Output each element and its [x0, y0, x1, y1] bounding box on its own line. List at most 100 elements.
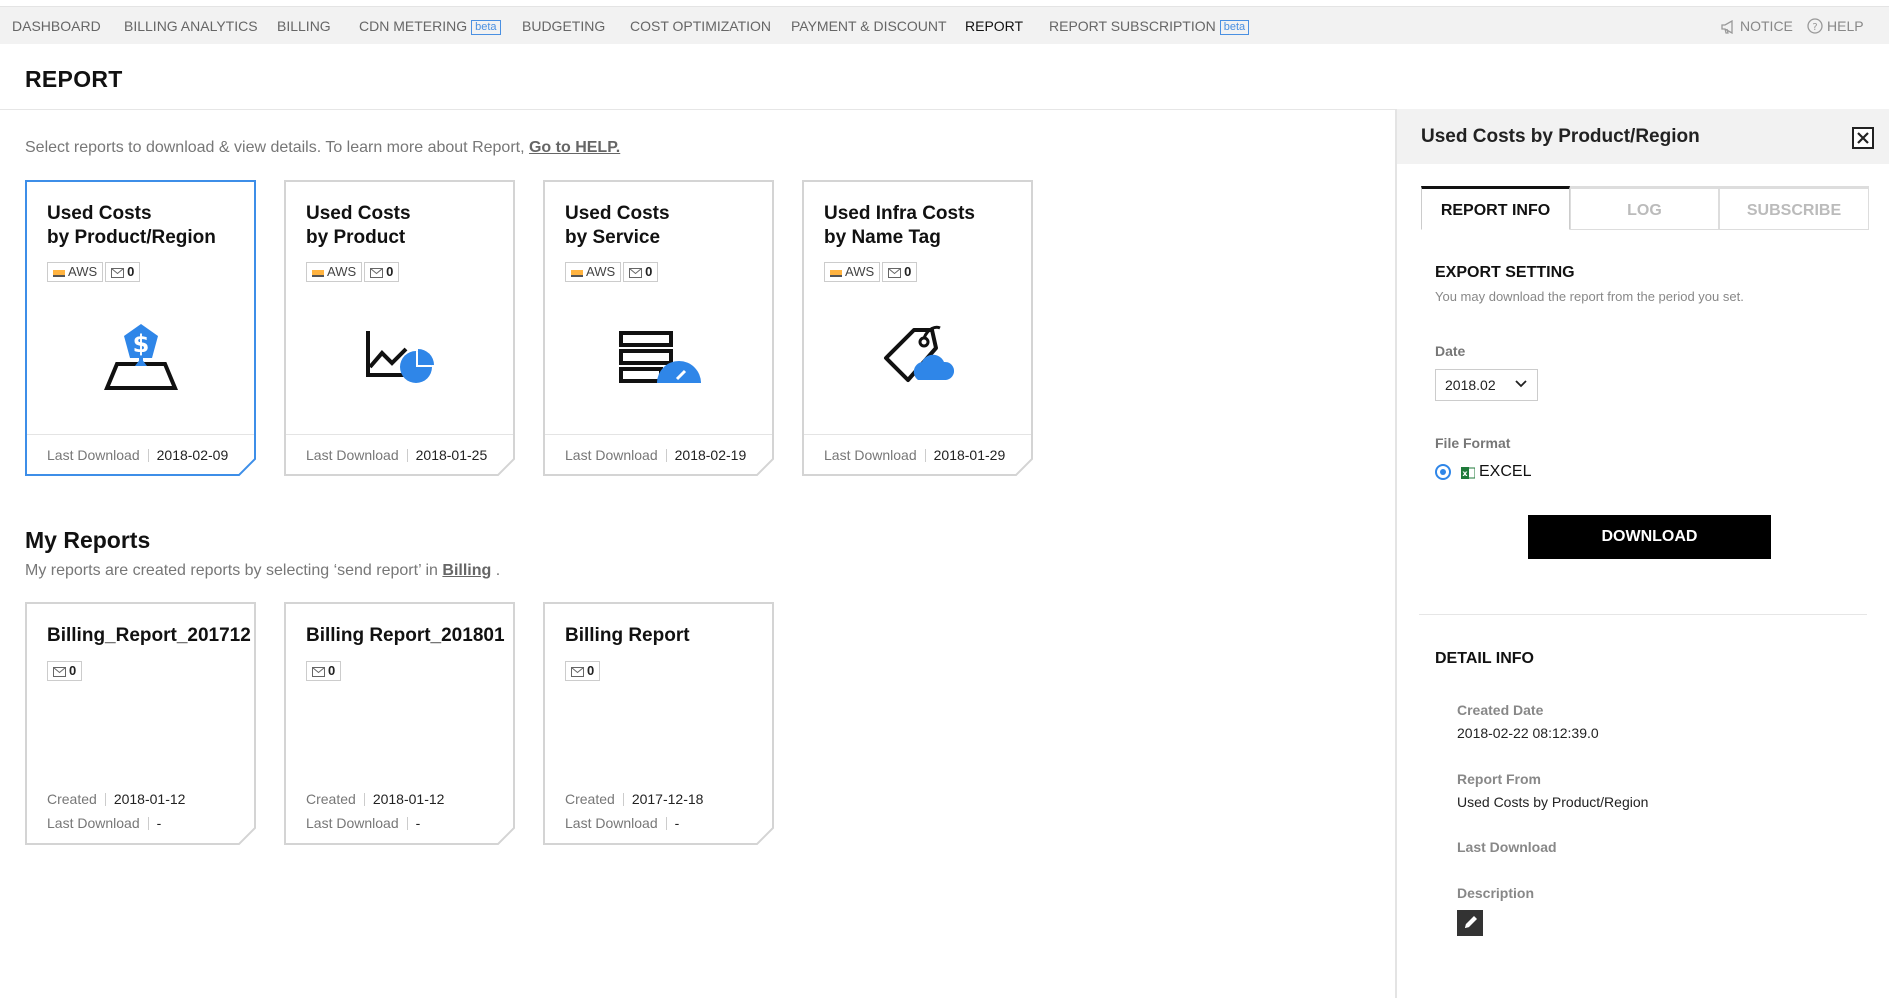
excel-icon: x	[1461, 467, 1475, 479]
mail-count-badge: 0	[623, 262, 659, 282]
last-download-label: Last Download	[47, 815, 140, 831]
date-select[interactable]: 2018.02	[1435, 369, 1538, 401]
last-download-row: Last Download 2018-02-09	[47, 447, 228, 463]
card-title: Used Costs by Product	[306, 202, 411, 250]
my-reports-subtitle: My reports are created reports by select…	[25, 562, 500, 580]
card-badges: AWS 0	[47, 262, 142, 282]
chart-pie-icon	[286, 327, 513, 387]
billing-link[interactable]: Billing	[442, 562, 491, 579]
page-fold-icon	[238, 827, 256, 845]
panel-tabs: REPORT INFO LOG SUBSCRIBE	[1421, 186, 1869, 230]
card-title-line2: by Service	[565, 227, 661, 248]
download-button[interactable]: DOWNLOAD	[1528, 515, 1771, 559]
nav-billing[interactable]: BILLING	[277, 7, 331, 45]
mail-count: 0	[328, 663, 336, 678]
nav-budgeting-label: BUDGETING	[522, 18, 606, 34]
cloud-label: AWS	[586, 264, 616, 279]
report-card-service[interactable]: Used Costs by Service AWS 0 Last Download 2…	[543, 180, 774, 476]
nav-budgeting[interactable]: BUDGETING	[522, 7, 605, 45]
tag-cloud-icon	[804, 324, 1031, 386]
mail-count: 0	[386, 264, 394, 279]
report-card-product[interactable]: Used Costs by Product AWS 0 Last Download 2…	[284, 180, 515, 476]
svg-text:?: ?	[1812, 22, 1817, 33]
tab-log[interactable]: LOG	[1570, 186, 1719, 230]
divider	[0, 109, 1395, 110]
created-value: 2018-01-12	[372, 791, 445, 807]
last-download-value: -	[674, 815, 680, 831]
intro-text: Select reports to download & view detail…	[25, 139, 620, 157]
page-fold-icon	[756, 458, 774, 476]
last-download-value: 2018-02-09	[156, 447, 229, 463]
card-badges: AWS 0	[565, 262, 660, 282]
nav-cdn-metering[interactable]: CDN METERING beta	[359, 7, 501, 45]
file-format-label: File Format	[1435, 435, 1511, 451]
last-download-row: Last Download 2018-02-19	[565, 447, 746, 463]
mail-count: 0	[645, 264, 653, 279]
created-row: Created 2018-01-12	[47, 791, 185, 807]
mail-count-badge: 0	[306, 661, 342, 681]
card-title: Used Costs by Service	[565, 202, 670, 250]
mail-count: 0	[587, 663, 595, 678]
nav-payment-discount-label: PAYMENT & DISCOUNT	[791, 18, 947, 34]
mail-icon	[111, 268, 125, 278]
card-title-line1: Used Costs	[306, 203, 411, 224]
question-circle-icon: ?	[1807, 18, 1823, 34]
mail-count-badge: 0	[364, 262, 400, 282]
report-from-value: Used Costs by Product/Region	[1457, 794, 1649, 810]
my-report-card[interactable]: Billing Report_201801 0 Created 2018-01-1…	[284, 602, 515, 845]
nav-report-subscription[interactable]: REPORT SUBSCRIPTION beta	[1049, 7, 1250, 45]
nav-dashboard[interactable]: DASHBOARD	[12, 7, 101, 45]
tab-report-info[interactable]: REPORT INFO	[1421, 186, 1570, 230]
close-button[interactable]	[1852, 127, 1874, 149]
created-label: Created	[47, 791, 97, 807]
nav-payment-discount[interactable]: PAYMENT & DISCOUNT	[791, 7, 947, 45]
svg-text:x: x	[1462, 469, 1468, 478]
panel-title: Used Costs by Product/Region	[1421, 126, 1700, 147]
tab-report-info-label: REPORT INFO	[1440, 202, 1551, 219]
nav-billing-label: BILLING	[277, 18, 331, 34]
notice-link[interactable]: NOTICE	[1721, 7, 1793, 45]
card-title-line1: Used Costs	[47, 203, 152, 224]
excel-radio[interactable]	[1435, 464, 1451, 480]
help-link-inline[interactable]: Go to HELP.	[529, 139, 620, 156]
megaphone-icon	[1721, 19, 1733, 35]
tab-subscribe[interactable]: SUBSCRIBE	[1719, 186, 1869, 230]
cloud-label: AWS	[68, 264, 98, 279]
last-download-row: Last Download 2018-01-25	[306, 447, 487, 463]
report-card-name-tag[interactable]: Used Infra Costs by Name Tag AWS 0 Last Do…	[802, 180, 1033, 476]
card-badges: 0	[565, 661, 602, 681]
card-title: Used Infra Costs by Name Tag	[824, 202, 975, 250]
card-title-line2: by Name Tag	[824, 227, 941, 248]
card-title-line2: by Product/Region	[47, 227, 216, 248]
page-fold-icon	[497, 827, 515, 845]
card-title: Billing Report_201801	[306, 625, 505, 646]
my-report-card[interactable]: Billing_Report_201712 0 Created 2018-01-1…	[25, 602, 256, 845]
help-label: HELP	[1827, 18, 1864, 34]
page-fold-icon	[1015, 458, 1033, 476]
last-download-label: Last Download	[1457, 839, 1557, 855]
nav-cost-optimization[interactable]: COST OPTIMIZATION	[630, 7, 771, 45]
created-value: 2017-12-18	[631, 791, 704, 807]
help-link[interactable]: ? HELP	[1807, 7, 1864, 45]
page-fold-icon	[756, 827, 774, 845]
nav-report[interactable]: REPORT	[965, 7, 1023, 45]
last-download-value: 2018-01-29	[933, 447, 1006, 463]
report-card-product-region[interactable]: Used Costs by Product/Region AWS 0 $ Last …	[25, 180, 256, 476]
cloud-label: AWS	[845, 264, 875, 279]
aws-logo-icon	[571, 270, 583, 277]
nav-report-subscription-label: REPORT SUBSCRIPTION	[1049, 18, 1216, 34]
mail-count-badge: 0	[105, 262, 141, 282]
date-label: Date	[1435, 343, 1466, 359]
notice-label: NOTICE	[1740, 18, 1793, 34]
my-reports-subtitle-text: My reports are created reports by select…	[25, 562, 438, 579]
nav-cdn-metering-label: CDN METERING	[359, 18, 468, 34]
last-download-row: Last Download -	[47, 815, 161, 831]
panel-header: Used Costs by Product/Region	[1397, 109, 1889, 164]
nav-cost-optimization-label: COST OPTIMIZATION	[630, 18, 772, 34]
card-footer: Last Download 2018-02-09	[27, 434, 254, 476]
nav-billing-analytics[interactable]: BILLING ANALYTICS	[124, 7, 258, 45]
card-footer: Last Download 2018-02-19	[545, 434, 772, 476]
my-report-card[interactable]: Billing Report 0 Created 2017-12-18 Last …	[543, 602, 774, 845]
edit-description-button[interactable]	[1457, 910, 1483, 936]
page-fold-icon	[238, 458, 256, 476]
